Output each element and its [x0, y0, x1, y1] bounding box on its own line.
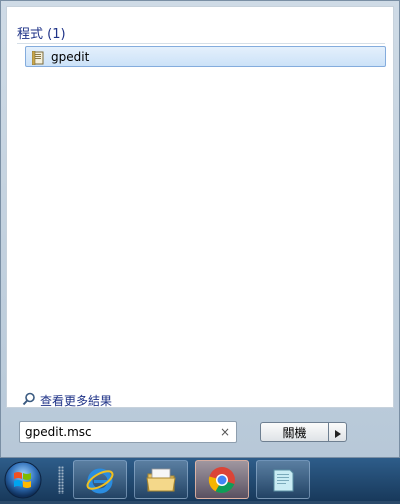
notepad-icon — [273, 469, 294, 491]
windows-logo-icon — [4, 461, 42, 499]
start-menu: 程式 (1) gpedit 查看更多結果 gpedit.msc × 關機 — [0, 0, 400, 458]
taskbar — [0, 458, 400, 501]
shutdown-group: 關機 — [260, 422, 347, 442]
triangle-right-icon — [334, 423, 341, 442]
taskbar-app-chrome[interactable] — [195, 460, 249, 499]
taskbar-app-notepad[interactable] — [256, 460, 310, 499]
search-box[interactable]: × — [19, 421, 237, 443]
section-header-programs: 程式 (1) — [17, 27, 66, 42]
taskbar-grip[interactable] — [58, 466, 64, 494]
folder-icon — [146, 468, 176, 491]
shutdown-options-button[interactable] — [329, 422, 347, 442]
start-menu-screen: 程式 (1) gpedit 查看更多結果 gpedit.msc × 關機 — [0, 0, 400, 501]
taskbar-app-internet-explorer[interactable] — [73, 460, 127, 499]
search-icon — [22, 391, 36, 410]
taskbar-app-windows-explorer[interactable] — [134, 460, 188, 499]
see-more-label: 查看更多結果 — [40, 394, 113, 408]
group-policy-icon — [31, 50, 45, 65]
result-item-gpedit[interactable]: gpedit — [25, 46, 386, 67]
chrome-icon — [208, 466, 235, 493]
internet-explorer-icon — [86, 468, 114, 493]
search-results-pane: 程式 (1) gpedit 查看更多結果 — [6, 6, 394, 408]
shutdown-button[interactable]: 關機 — [260, 422, 329, 442]
start-button[interactable] — [2, 460, 44, 500]
search-input[interactable] — [20, 423, 215, 441]
see-more-results-link[interactable]: 查看更多結果 — [22, 391, 112, 410]
clear-search-icon[interactable]: × — [220, 425, 230, 439]
section-divider — [17, 43, 385, 44]
result-item-label: gpedit — [51, 49, 90, 64]
